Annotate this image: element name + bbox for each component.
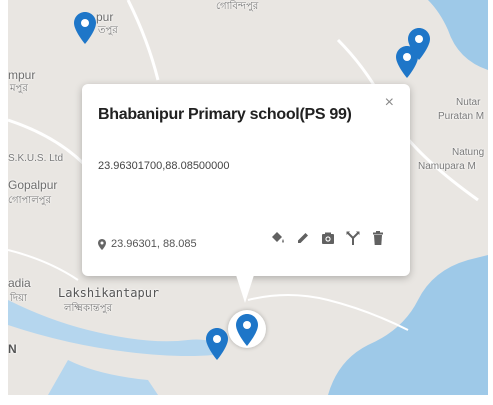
- label-namupara: Namupara M: [418, 161, 476, 172]
- paint-bucket-icon[interactable]: [270, 230, 286, 246]
- label-rampur: mpur: [8, 68, 36, 82]
- marker-info-window: Bhabanipur Primary school(PS 99) × 23.96…: [82, 84, 410, 303]
- pond-bottom-left: [48, 360, 158, 395]
- directions-icon[interactable]: [345, 230, 361, 246]
- label-jaypur: pur: [96, 10, 114, 24]
- label-lakshikantapur-bn: লক্ষ্মিকান্তপুর: [64, 303, 113, 314]
- marker-icon: [74, 12, 96, 44]
- road-2: [126, 0, 160, 81]
- map-marker[interactable]: [206, 328, 228, 360]
- label-gobindapur-bn: গোবিন্দপুর: [216, 1, 259, 12]
- label-nadia-bn: দিয়া: [10, 293, 27, 304]
- info-window-actions: [270, 230, 386, 246]
- river-bottom-right: [328, 255, 488, 395]
- road-4: [247, 294, 409, 331]
- camera-icon[interactable]: [320, 230, 336, 246]
- pencil-icon[interactable]: [295, 230, 311, 246]
- map-canvas[interactable]: pur তপুর গোবিন্দপুর mpur মপুর S.K.U.S. L…: [8, 0, 488, 395]
- info-window-tail: [236, 275, 254, 303]
- label-gopalpur-bn: গোপালপুর: [8, 195, 51, 206]
- location-pin-icon: [98, 238, 106, 250]
- info-window-coordinates: 23.96301, 88.085: [98, 238, 197, 250]
- label-lakshikantapur: Lakshikantapur: [58, 286, 160, 300]
- map-marker[interactable]: [74, 12, 96, 44]
- marker-icon: [236, 314, 258, 346]
- label-nutan: Nutar: [456, 97, 481, 108]
- label-rampur-bn: মপুর: [10, 83, 28, 94]
- canal-left: [8, 300, 218, 356]
- label-skus: S.K.U.S. Ltd: [8, 153, 64, 164]
- river-top-right: [428, 0, 488, 70]
- label-gopalpur: Gopalpur: [8, 178, 58, 192]
- label-n: N: [8, 342, 17, 356]
- map-marker[interactable]: [408, 28, 430, 60]
- label-jaypur-bn: তপুর: [98, 25, 118, 36]
- label-puratan: Puratan M: [438, 111, 485, 122]
- coordinates-text: 23.96301, 88.085: [111, 238, 197, 250]
- marker-icon: [408, 28, 430, 60]
- label-nadia: adia: [8, 276, 31, 290]
- close-icon[interactable]: ×: [385, 94, 394, 112]
- marker-icon: [206, 328, 228, 360]
- label-natung: Natung: [452, 147, 485, 158]
- selected-map-marker[interactable]: [236, 314, 258, 346]
- info-window-title: Bhabanipur Primary school(PS 99): [98, 106, 352, 123]
- info-window-description: 23.96301700,88.08500000: [98, 160, 230, 172]
- trash-icon[interactable]: [370, 230, 386, 246]
